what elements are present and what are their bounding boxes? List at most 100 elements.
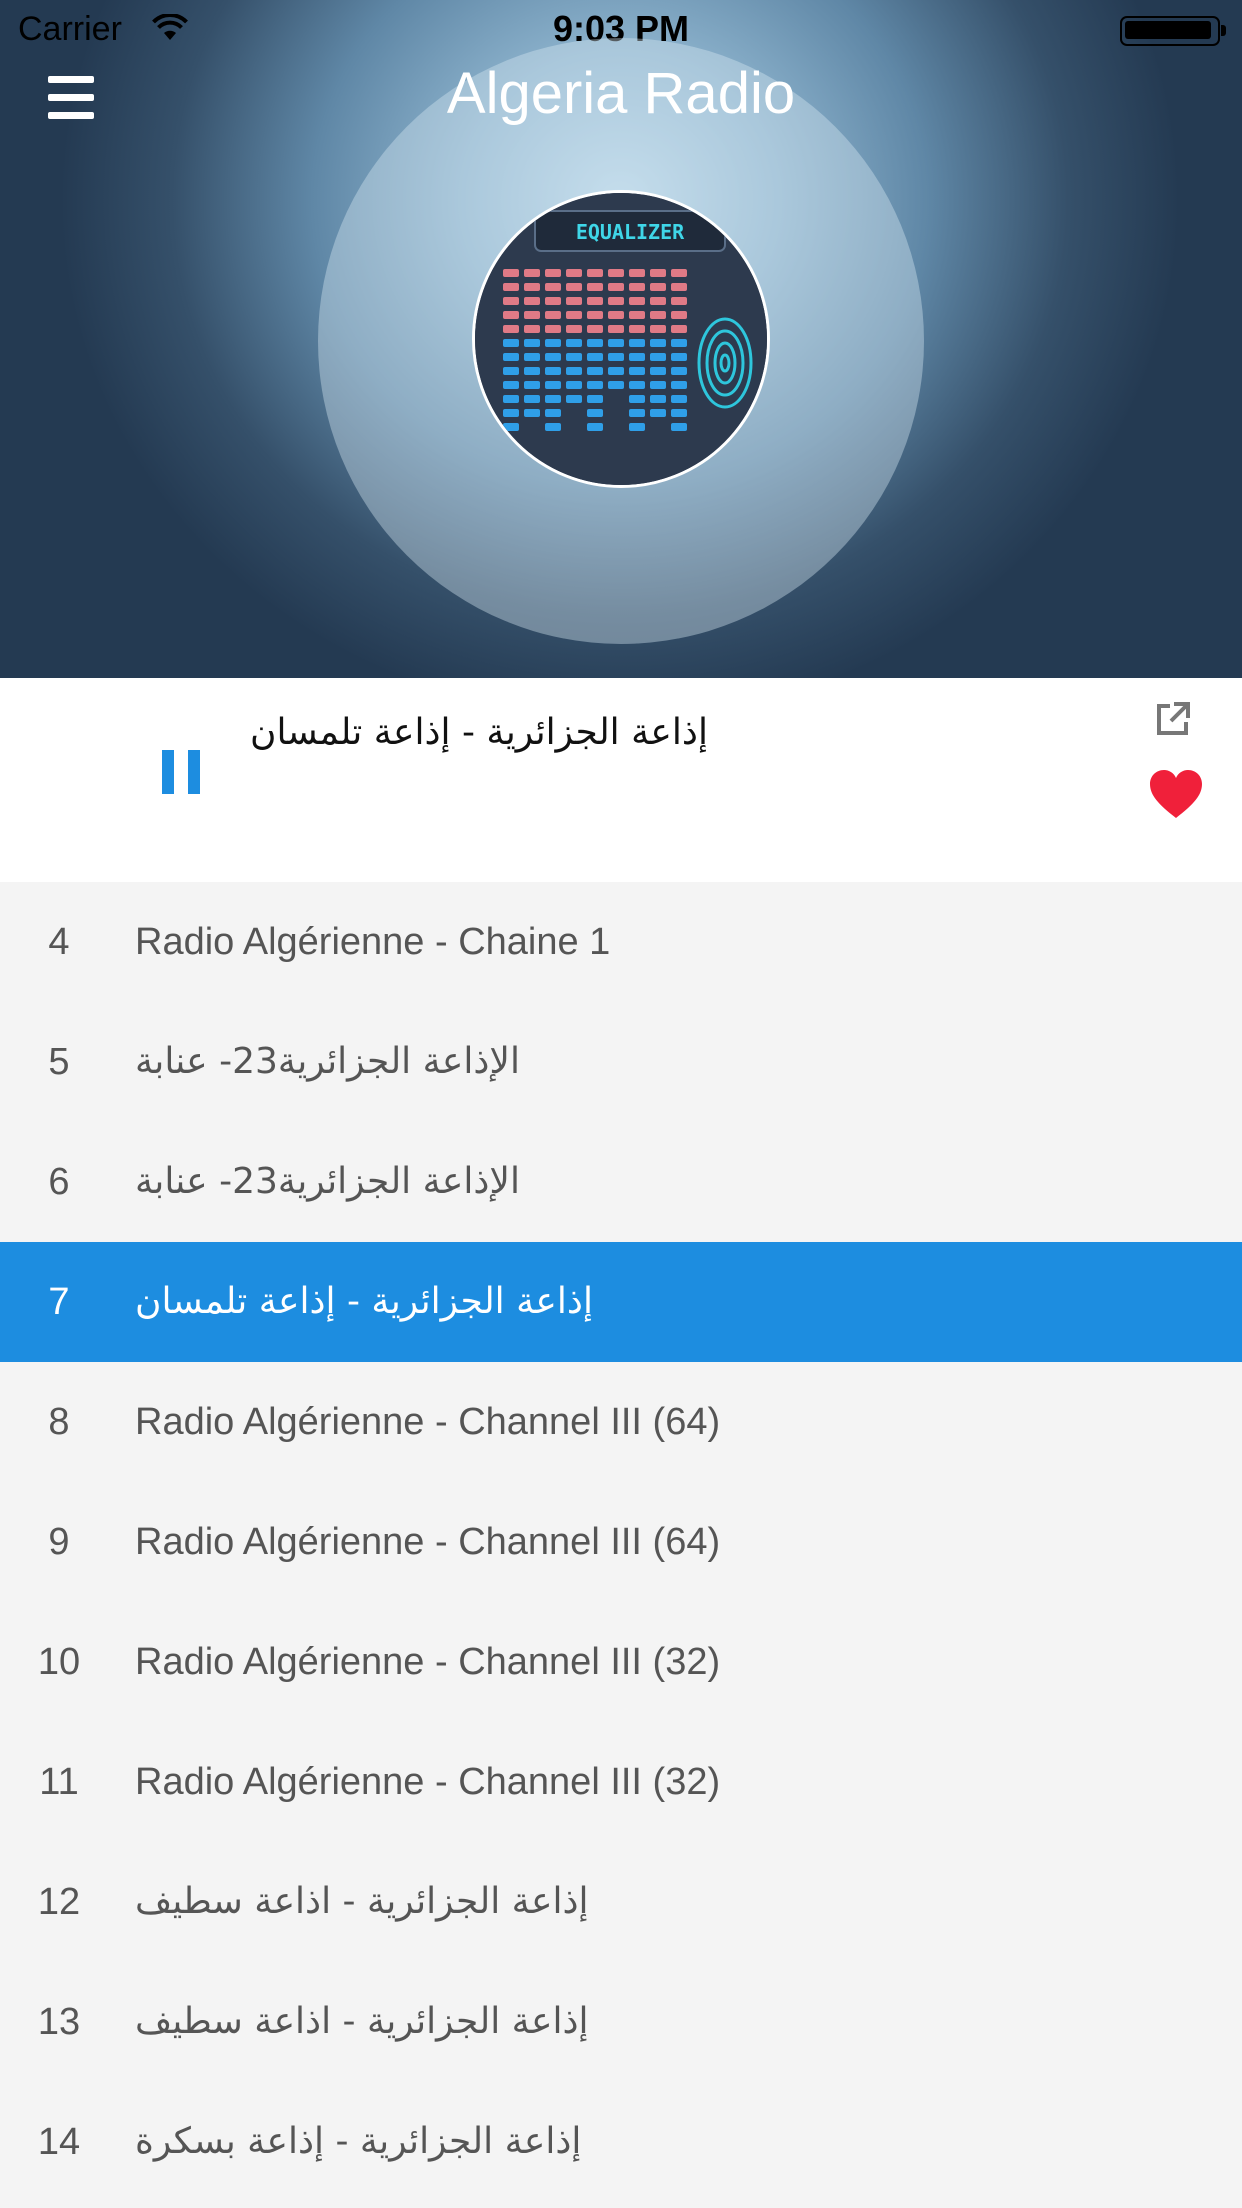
equalizer-segment [650, 325, 666, 333]
equalizer-segment [503, 381, 519, 389]
equalizer-segment [587, 269, 603, 277]
equalizer-segment [545, 423, 561, 431]
equalizer-segment [671, 395, 687, 403]
equalizer-segment [566, 283, 582, 291]
equalizer-segment [545, 311, 561, 319]
equalizer-segment [524, 325, 540, 333]
equalizer-segment [608, 353, 624, 361]
station-row[interactable]: 12 إذاعة الجزائرية - اذاعة سطيف [0, 1842, 1242, 1962]
equalizer-segment [587, 423, 603, 431]
equalizer-segment [608, 283, 624, 291]
station-name: Radio Algérienne - Chaine 1 [135, 921, 611, 963]
equalizer-label: EQUALIZER [576, 220, 685, 244]
equalizer-segment [587, 297, 603, 305]
station-number: 8 [48, 1401, 70, 1443]
station-number: 12 [37, 1881, 81, 1923]
equalizer-segment [566, 269, 582, 277]
equalizer-segment [608, 339, 624, 347]
station-name: إذاعة الجزائرية - اذاعة سطيف [135, 2001, 589, 2042]
equalizer-segment [503, 325, 519, 333]
equalizer-segment [587, 409, 603, 417]
equalizer-segment [671, 325, 687, 333]
equalizer-segment [545, 395, 561, 403]
station-row[interactable]: 6 الإذاعة الجزائرية23- عنابة [0, 1122, 1242, 1242]
equalizer-segment [629, 423, 645, 431]
equalizer-segment [566, 353, 582, 361]
equalizer-segment [587, 311, 603, 319]
station-number: 6 [48, 1161, 70, 1203]
station-row[interactable]: 9 Radio Algérienne - Channel III (64) [0, 1482, 1242, 1602]
equalizer-segment [629, 325, 645, 333]
equalizer-segment [671, 423, 687, 431]
equalizer-segment [650, 283, 666, 291]
equalizer-segment [650, 353, 666, 361]
station-row[interactable]: 10 Radio Algérienne - Channel III (32) [0, 1602, 1242, 1722]
equalizer-segment [566, 339, 582, 347]
equalizer-segment [566, 325, 582, 333]
equalizer-segment [587, 395, 603, 403]
equalizer-segment [503, 297, 519, 305]
equalizer-segment [524, 409, 540, 417]
equalizer-segment [503, 339, 519, 347]
equalizer-segment [587, 353, 603, 361]
equalizer-segment [503, 409, 519, 417]
equalizer-segment [629, 409, 645, 417]
equalizer-segment [524, 395, 540, 403]
station-number: 14 [37, 2121, 81, 2163]
station-name: الإذاعة الجزائرية23- عنابة [135, 1041, 520, 1082]
heart-icon[interactable] [1148, 768, 1204, 820]
equalizer-segment [671, 311, 687, 319]
pause-button[interactable] [162, 750, 200, 794]
equalizer-segment [671, 339, 687, 347]
equalizer-segment [629, 367, 645, 375]
equalizer-segment [503, 353, 519, 361]
equalizer-segment [587, 283, 603, 291]
station-number: 9 [48, 1521, 70, 1563]
app-title: Algeria Radio [446, 61, 796, 126]
equalizer-segment [524, 297, 540, 305]
share-icon[interactable] [1154, 700, 1192, 738]
station-row[interactable]: 5 الإذاعة الجزائرية23- عنابة [0, 1002, 1242, 1122]
equalizer-segment [524, 269, 540, 277]
equalizer-segment [503, 367, 519, 375]
equalizer-segment [608, 297, 624, 305]
equalizer-segment [608, 269, 624, 277]
equalizer-segment [650, 395, 666, 403]
equalizer-segment [587, 367, 603, 375]
equalizer-segment [566, 367, 582, 375]
equalizer-segment [629, 381, 645, 389]
equalizer-segment [608, 381, 624, 389]
station-number: 11 [39, 1761, 79, 1803]
station-name: الإذاعة الجزائرية23- عنابة [135, 1161, 520, 1202]
station-row[interactable]: 14 إذاعة الجزائرية - إذاعة بسكرة [0, 2082, 1242, 2202]
station-row[interactable]: 7 إذاعة الجزائرية - إذاعة تلمسان [0, 1242, 1242, 1362]
equalizer-segment [629, 353, 645, 361]
equalizer-segment [503, 283, 519, 291]
equalizer-segment [629, 269, 645, 277]
station-artwork: EQUALIZER [472, 190, 770, 488]
equalizer-segment [566, 381, 582, 389]
equalizer-segment [629, 297, 645, 305]
equalizer-segment [524, 353, 540, 361]
equalizer-segment [566, 311, 582, 319]
equalizer-segment [650, 339, 666, 347]
equalizer-segment [587, 339, 603, 347]
station-row[interactable]: 8 Radio Algérienne - Channel III (64) [0, 1362, 1242, 1482]
equalizer-segment [608, 367, 624, 375]
station-row[interactable]: 11 Radio Algérienne - Channel III (32) [0, 1722, 1242, 1842]
equalizer-segment [650, 297, 666, 305]
now-playing-title: إذاعة الجزائرية - إذاعة تلمسان [250, 712, 708, 753]
equalizer-segment [545, 283, 561, 291]
equalizer-segment [503, 269, 519, 277]
equalizer-segment [629, 283, 645, 291]
equalizer-segment [650, 269, 666, 277]
station-number: 13 [37, 2001, 81, 2043]
battery-icon [1120, 16, 1226, 46]
equalizer-segment [650, 381, 666, 389]
station-number: 10 [37, 1641, 81, 1683]
station-row[interactable]: 4 Radio Algérienne - Chaine 1 [0, 882, 1242, 1002]
equalizer-segment [545, 269, 561, 277]
equalizer-segment [566, 297, 582, 305]
equalizer-segment [650, 367, 666, 375]
station-row[interactable]: 13 إذاعة الجزائرية - اذاعة سطيف [0, 1962, 1242, 2082]
